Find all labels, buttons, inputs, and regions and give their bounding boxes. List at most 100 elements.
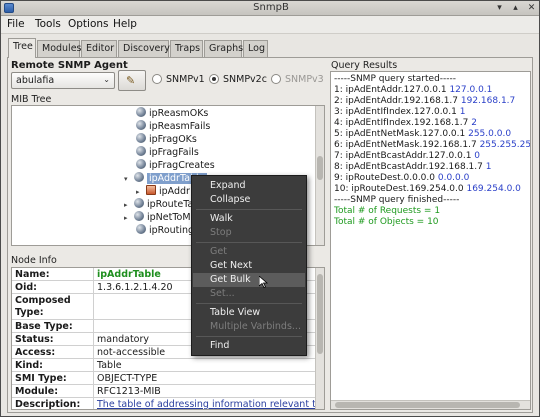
- node-info-key: Name:: [15, 269, 50, 280]
- tree-item[interactable]: ▸ ipRouteTa: [124, 198, 193, 211]
- menu-item-find[interactable]: Find: [193, 339, 305, 353]
- query-line-value: 169.254.0.0: [466, 184, 521, 194]
- menu-help[interactable]: Help: [113, 18, 137, 30]
- node-info-label: Node Info: [11, 255, 57, 266]
- tab-editor[interactable]: Editor: [81, 40, 117, 57]
- query-results-hscrollbar[interactable]: [331, 400, 530, 409]
- radio-label: SNMPv1: [166, 74, 205, 85]
- chevron-down-icon[interactable]: ▾: [124, 175, 134, 183]
- tree-item-label: ipFragFails: [149, 147, 199, 158]
- tree-item-label: ipFragOKs: [149, 134, 197, 145]
- menu-tools[interactable]: Tools: [35, 18, 61, 30]
- agent-select[interactable]: abulafia ⌄: [11, 72, 115, 89]
- query-line: 7: ipAdEntBcastAddr.127.0.0.1 0: [334, 151, 480, 162]
- menu-separator: [196, 336, 302, 337]
- query-line: -----SNMP query started-----: [334, 74, 456, 85]
- tree-item[interactable]: ipFragOKs: [136, 133, 197, 146]
- query-line-text: 2: ipAdEntAddr.192.168.1.7: [334, 96, 461, 106]
- chevron-right-icon[interactable]: ▸: [136, 188, 146, 196]
- menu-item-walk[interactable]: Walk: [193, 212, 305, 226]
- tab-modules[interactable]: Modules: [37, 40, 82, 57]
- menu-item-set: Set...: [210, 288, 235, 299]
- tab-tree[interactable]: Tree: [8, 38, 36, 58]
- query-line: 1: ipAdEntAddr.127.0.0.1 127.0.0.1: [334, 85, 492, 96]
- mib-tree-scrollbar[interactable]: [315, 106, 324, 245]
- tab-graphs[interactable]: Graphs: [204, 40, 243, 57]
- leaf-node-icon: [136, 107, 146, 117]
- node-info-key: Module:: [15, 386, 59, 397]
- query-results-label: Query Results: [331, 60, 398, 71]
- query-line-text: 1: ipAdEntAddr.127.0.0.1: [334, 85, 450, 95]
- radio-dot: [271, 74, 281, 84]
- menu-separator: [196, 303, 302, 304]
- app-window: SnmpB ▾ ▴ ✕ File Tools Options Help Tree…: [0, 0, 540, 417]
- radio-snmpv1[interactable]: SNMPv1: [152, 74, 205, 85]
- menu-file[interactable]: File: [7, 18, 25, 30]
- query-line: -----SNMP query finished-----: [334, 195, 459, 206]
- menu-item-get-next[interactable]: Get Next: [193, 259, 305, 273]
- scrollbar-thumb[interactable]: [317, 274, 323, 354]
- radio-label: SNMPv3: [285, 74, 324, 85]
- query-line-text: 8: ipAdEntBcastAddr.192.168.1.7: [334, 162, 486, 172]
- tab-log[interactable]: Log: [243, 40, 268, 57]
- query-line-text: 9: ipRouteDest.0.0.0.0: [334, 173, 438, 183]
- tree-item[interactable]: ipReasmFails: [136, 120, 210, 133]
- query-line-value: 0.0.0.0: [437, 173, 470, 183]
- configure-icon: ✎: [126, 74, 136, 87]
- node-info-key: Access:: [15, 347, 56, 358]
- query-results[interactable]: -----SNMP query started----- 1: ipAdEntA…: [330, 71, 531, 410]
- query-line-text: 4: ipAdEntIfIndex.192.168.1.7: [334, 118, 472, 128]
- tree-item-label: ipFragCreates: [149, 160, 215, 171]
- leaf-node-icon: [136, 133, 146, 143]
- node-info-value: RFC1213-MIB: [93, 385, 315, 397]
- mib-tree-label: MIB Tree: [11, 94, 52, 105]
- query-line-value: 127.0.0.1: [449, 85, 493, 95]
- tree-item-label: ipAddr: [159, 186, 190, 197]
- query-line-text: -----SNMP query started-----: [334, 74, 457, 84]
- chevron-down-icon: ⌄: [103, 75, 110, 84]
- menu-item-get: Get: [210, 246, 227, 257]
- tab-discovery[interactable]: Discovery: [118, 40, 170, 57]
- menu-item-collapse[interactable]: Collapse: [193, 193, 305, 207]
- chevron-right-icon[interactable]: ▸: [124, 214, 134, 222]
- node-info-row: Description: The table of addressing info…: [12, 398, 315, 409]
- query-line-value: 255.0.0.0: [468, 129, 512, 139]
- tree-item-label: ipReasmFails: [149, 121, 211, 132]
- node-info-scrollbar[interactable]: [315, 268, 324, 409]
- menu-separator: [196, 242, 302, 243]
- menu-item-get-bulk[interactable]: Get Bulk: [193, 273, 305, 287]
- tree-item[interactable]: ▸ ipAddr: [136, 185, 190, 198]
- tree-item-label: ipReasmOKs: [149, 108, 209, 119]
- minimize-icon[interactable]: ▾: [494, 3, 505, 14]
- node-info-key: Oid:: [15, 282, 37, 293]
- scrollbar-thumb[interactable]: [317, 156, 323, 180]
- node-info-value: OBJECT-TYPE: [93, 372, 315, 384]
- menu-item-expand[interactable]: Expand: [193, 179, 305, 193]
- chevron-right-icon[interactable]: ▸: [124, 201, 134, 209]
- tree-item[interactable]: ▸ ipNetToMe: [124, 211, 196, 224]
- node-info-key: Status:: [15, 334, 54, 345]
- query-line-value: 255.255.255: [479, 140, 531, 150]
- query-line-value: 0: [474, 151, 481, 161]
- agent-config-button[interactable]: ✎: [118, 70, 146, 91]
- node-info-row: Kind: Table: [12, 359, 315, 372]
- maximize-icon[interactable]: ▴: [510, 3, 521, 14]
- menu-item-table-view[interactable]: Table View: [193, 306, 305, 320]
- scrollbar-thumb[interactable]: [335, 402, 520, 408]
- leaf-node-icon: [134, 198, 144, 208]
- query-summary-line: Total # of Objects = 10: [334, 217, 439, 228]
- table-icon: [146, 185, 156, 195]
- tree-item[interactable]: ipFragFails: [136, 146, 199, 159]
- close-icon[interactable]: ✕: [526, 3, 537, 14]
- query-line-value: 192.168.1.7: [460, 96, 516, 106]
- menu-options[interactable]: Options: [68, 18, 109, 30]
- query-line-text: -----SNMP query finished-----: [334, 195, 460, 205]
- tab-traps[interactable]: Traps: [170, 40, 203, 57]
- node-info-value[interactable]: The table of addressing information rele…: [93, 398, 315, 409]
- radio-label: SNMPv2c: [223, 74, 267, 85]
- mouse-pointer-icon: [259, 276, 269, 288]
- query-line-value: 1: [485, 162, 492, 172]
- tree-item[interactable]: ipReasmOKs: [136, 107, 208, 120]
- radio-snmpv2c[interactable]: SNMPv2c: [209, 74, 267, 85]
- tree-item[interactable]: ipFragCreates: [136, 159, 215, 172]
